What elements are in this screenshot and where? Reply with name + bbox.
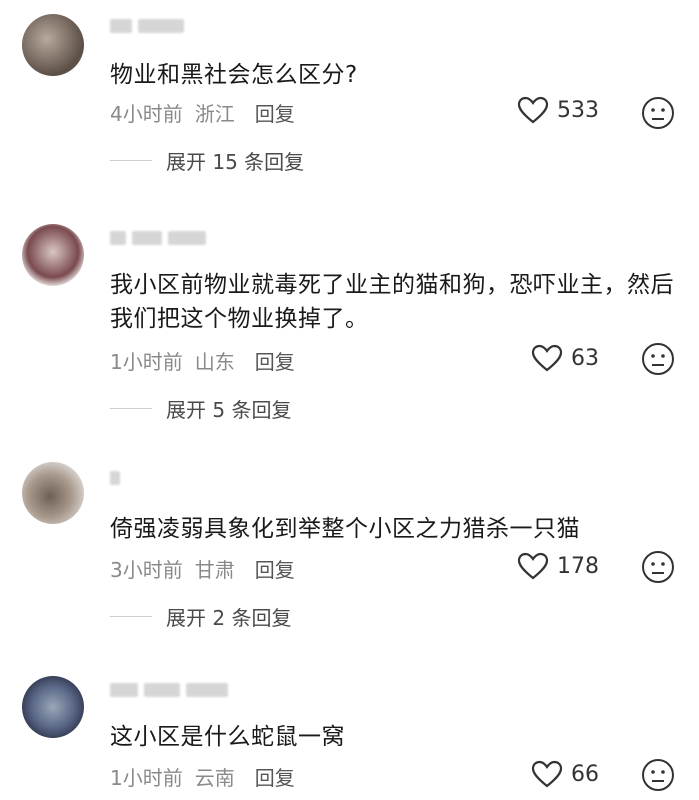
- reply-button[interactable]: 回复: [255, 346, 295, 375]
- heart-icon: [517, 552, 549, 580]
- username-blurred[interactable]: [110, 16, 184, 36]
- comment-time: 3小时前: [110, 558, 183, 582]
- like-button[interactable]: 63: [531, 344, 599, 372]
- like-count: 66: [571, 761, 599, 787]
- heart-icon: [531, 344, 563, 372]
- avatar[interactable]: [22, 224, 84, 286]
- reply-button[interactable]: 回复: [255, 98, 295, 127]
- expand-replies-label: 展开 15 条回复: [166, 150, 305, 174]
- comment-location: 甘肃: [194, 558, 235, 582]
- emoji-reaction-icon[interactable]: [641, 342, 675, 376]
- username-blurred[interactable]: [110, 680, 228, 700]
- comment-text: 我小区前物业就毒死了业主的猫和狗，恐吓业主，然后我们把这个物业换掉了。: [110, 272, 674, 332]
- username-blurred[interactable]: [110, 228, 206, 248]
- comment-text: 物业和黑社会怎么区分?: [110, 62, 358, 88]
- heart-icon: [517, 96, 549, 124]
- divider-line: [110, 408, 152, 409]
- like-count: 63: [571, 345, 599, 371]
- comment-location: 山东: [194, 350, 235, 374]
- divider-line: [110, 616, 152, 617]
- like-count: 533: [557, 97, 599, 123]
- comment-location: 云南: [194, 766, 235, 790]
- like-count: 178: [557, 553, 599, 579]
- comment-time: 1小时前: [110, 350, 183, 374]
- expand-replies[interactable]: 展开 5 条回复: [110, 394, 291, 423]
- reply-button[interactable]: 回复: [255, 554, 295, 583]
- emoji-reaction-icon[interactable]: [641, 550, 675, 584]
- comment-meta: 1小时前 云南 回复: [110, 762, 295, 791]
- emoji-reaction-icon[interactable]: [641, 758, 675, 792]
- comment-time: 1小时前: [110, 766, 183, 790]
- comment-meta: 3小时前 甘肃 回复: [110, 554, 295, 583]
- username-blurred[interactable]: [110, 468, 120, 488]
- reply-button[interactable]: 回复: [255, 762, 295, 791]
- expand-replies[interactable]: 展开 15 条回复: [110, 146, 304, 175]
- heart-icon: [531, 760, 563, 788]
- like-button[interactable]: 178: [517, 552, 599, 580]
- comment-meta: 1小时前 山东 回复: [110, 346, 295, 375]
- like-button[interactable]: 533: [517, 96, 599, 124]
- comment-meta: 4小时前 浙江 回复: [110, 98, 295, 127]
- like-button[interactable]: 66: [531, 760, 599, 788]
- comment-text: 这小区是什么蛇鼠一窝: [110, 724, 345, 750]
- avatar[interactable]: [22, 14, 84, 76]
- expand-replies-label: 展开 5 条回复: [166, 398, 292, 422]
- expand-replies[interactable]: 展开 2 条回复: [110, 602, 291, 631]
- avatar[interactable]: [22, 462, 84, 524]
- comment-text: 倚强凌弱具象化到举整个小区之力猎杀一只猫: [110, 516, 580, 542]
- emoji-reaction-icon[interactable]: [641, 96, 675, 130]
- divider-line: [110, 160, 152, 161]
- expand-replies-label: 展开 2 条回复: [166, 606, 292, 630]
- comment-time: 4小时前: [110, 102, 183, 126]
- comment-location: 浙江: [194, 102, 235, 126]
- avatar[interactable]: [22, 676, 84, 738]
